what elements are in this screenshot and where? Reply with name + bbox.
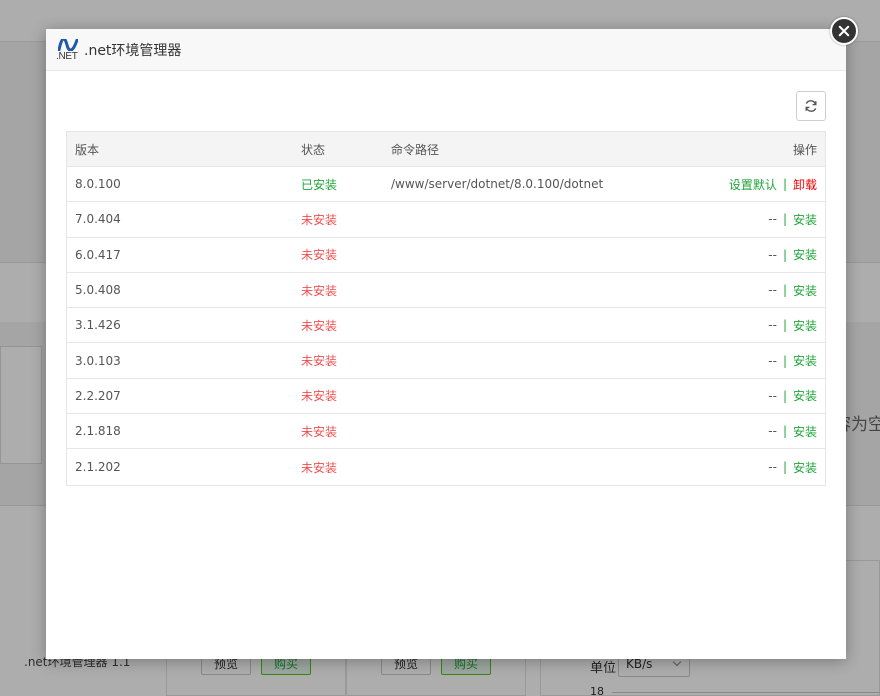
table-header-row: 版本 状态 命令路径 操作 xyxy=(67,132,825,167)
action-placeholder: -- xyxy=(768,424,777,439)
table-row: 5.0.408 未安装 -- | 安装 xyxy=(67,273,825,309)
action-separator: | xyxy=(782,460,787,475)
status-cell: 未安装 xyxy=(301,354,338,369)
close-icon[interactable] xyxy=(830,17,858,45)
status-cell: 已安装 xyxy=(301,177,338,192)
action-placeholder: -- xyxy=(768,353,777,368)
action-separator: | xyxy=(782,247,787,262)
dotnet-wave-icon xyxy=(58,38,78,51)
action-separator: | xyxy=(782,353,787,368)
action-separator: | xyxy=(782,283,787,298)
action-placeholder: -- xyxy=(768,212,777,227)
action-separator: | xyxy=(782,212,787,227)
version-cell: 3.0.103 xyxy=(75,353,121,368)
status-cell: 未安装 xyxy=(301,460,338,475)
action-placeholder: -- xyxy=(768,247,777,262)
version-cell: 3.1.426 xyxy=(75,318,121,333)
action-separator: | xyxy=(782,388,787,403)
uninstall-link[interactable]: 卸载 xyxy=(793,176,817,193)
version-cell: 5.0.408 xyxy=(75,283,121,298)
table-row: 8.0.100 已安装 /www/server/dotnet/8.0.100/d… xyxy=(67,167,825,203)
header-version: 版本 xyxy=(75,142,100,157)
install-link[interactable]: 安装 xyxy=(793,459,817,476)
version-cell: 2.1.818 xyxy=(75,424,121,439)
install-link[interactable]: 安装 xyxy=(793,317,817,334)
dotnet-logo-text: .NET xyxy=(56,50,78,62)
refresh-icon xyxy=(805,100,817,112)
action-cell: 设置默认 | 卸载 xyxy=(729,167,817,201)
set-default-link[interactable]: 设置默认 xyxy=(729,176,777,193)
action-cell: -- | 安装 xyxy=(768,414,817,448)
action-separator: | xyxy=(782,424,787,439)
install-link[interactable]: 安装 xyxy=(793,387,817,404)
action-cell: -- | 安装 xyxy=(768,449,817,484)
refresh-button[interactable] xyxy=(796,91,826,121)
status-cell: 未安装 xyxy=(301,389,338,404)
install-link[interactable]: 安装 xyxy=(793,423,817,440)
dialog-header: .NET .net环境管理器 xyxy=(46,29,846,71)
action-cell: -- | 安装 xyxy=(768,202,817,236)
dotnet-logo-icon: .NET xyxy=(56,37,80,63)
table-row: 7.0.404 未安装 -- | 安装 xyxy=(67,202,825,238)
action-cell: -- | 安装 xyxy=(768,379,817,413)
status-cell: 未安装 xyxy=(301,283,338,298)
install-link[interactable]: 安装 xyxy=(793,211,817,228)
table-row: 3.1.426 未安装 -- | 安装 xyxy=(67,308,825,344)
header-status: 状态 xyxy=(301,142,326,157)
action-separator: | xyxy=(782,318,787,333)
table-row: 3.0.103 未安装 -- | 安装 xyxy=(67,343,825,379)
version-cell: 8.0.100 xyxy=(75,177,121,192)
install-link[interactable]: 安装 xyxy=(793,352,817,369)
path-cell: /www/server/dotnet/8.0.100/dotnet xyxy=(391,177,604,192)
action-placeholder: -- xyxy=(768,460,777,475)
status-cell: 未安装 xyxy=(301,248,338,263)
version-cell: 6.0.417 xyxy=(75,247,121,262)
action-separator: | xyxy=(782,177,787,192)
table-row: 2.2.207 未安装 -- | 安装 xyxy=(67,379,825,415)
status-cell: 未安装 xyxy=(301,424,338,439)
install-link[interactable]: 安装 xyxy=(793,246,817,263)
dotnet-manager-dialog: .NET .net环境管理器 版本 状态 命令路径 操作 8.0.100 已安装… xyxy=(46,29,846,659)
action-cell: -- | 安装 xyxy=(768,238,817,272)
header-action: 操作 xyxy=(792,142,817,157)
status-cell: 未安装 xyxy=(301,212,338,227)
version-cell: 7.0.404 xyxy=(75,212,121,227)
table-row: 6.0.417 未安装 -- | 安装 xyxy=(67,238,825,273)
header-path: 命令路径 xyxy=(391,142,440,157)
action-placeholder: -- xyxy=(768,318,777,333)
dialog-title: .net环境管理器 xyxy=(84,42,182,59)
action-cell: -- | 安装 xyxy=(768,343,817,377)
install-link[interactable]: 安装 xyxy=(793,282,817,299)
status-cell: 未安装 xyxy=(301,318,338,333)
action-cell: -- | 安装 xyxy=(768,273,817,307)
action-placeholder: -- xyxy=(768,388,777,403)
version-cell: 2.1.202 xyxy=(75,460,121,475)
table-row: 2.1.818 未安装 -- | 安装 xyxy=(67,414,825,450)
action-placeholder: -- xyxy=(768,283,777,298)
version-cell: 2.2.207 xyxy=(75,388,121,403)
version-table: 版本 状态 命令路径 操作 8.0.100 已安装 /www/server/do… xyxy=(66,131,826,486)
table-row: 2.1.202 未安装 -- | 安装 xyxy=(67,449,825,484)
action-cell: -- | 安装 xyxy=(768,308,817,342)
